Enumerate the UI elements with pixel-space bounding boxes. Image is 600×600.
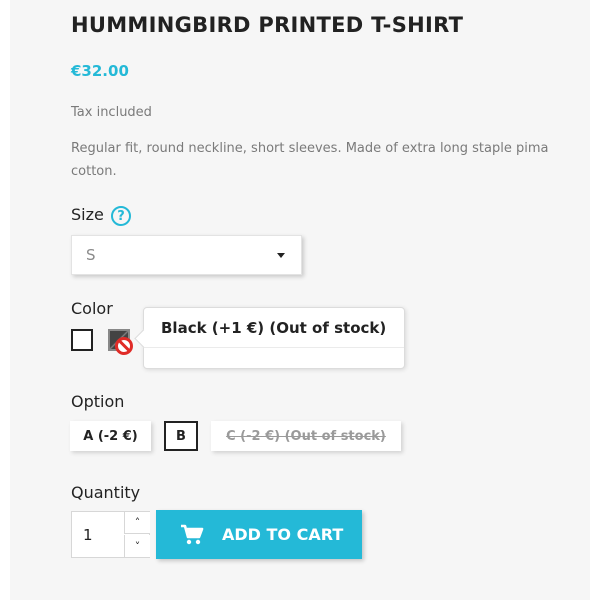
tax-note: Tax included [71, 105, 152, 120]
help-icon[interactable]: ? [111, 206, 131, 226]
add-to-cart-button[interactable]: ADD TO CART [156, 510, 362, 559]
color-tooltip: Black (+1 €) (Out of stock) [143, 307, 405, 369]
product-price: €32.00 [71, 62, 129, 80]
option-label: Option [71, 392, 125, 411]
product-description: Regular fit, round neckline, short sleev… [71, 141, 549, 179]
size-label: Size [71, 205, 104, 224]
size-select[interactable]: S [71, 235, 302, 275]
quantity-value[interactable]: 1 [83, 526, 93, 544]
out-of-stock-icon [115, 337, 133, 355]
color-label: Color [71, 299, 113, 318]
chevron-up-icon[interactable]: ˄ [124, 512, 150, 534]
product-title: HUMMINGBIRD PRINTED T-SHIRT [71, 13, 464, 37]
option-b-button[interactable]: B [164, 421, 198, 451]
add-to-cart-label: ADD TO CART [222, 525, 344, 544]
quantity-stepper[interactable]: 1 ˄ ˅ [71, 511, 150, 558]
size-select-value: S [86, 246, 96, 264]
option-c-button[interactable]: C (-2 €) (Out of stock) [211, 421, 401, 451]
tooltip-divider [144, 347, 404, 348]
caret-down-icon [277, 253, 285, 258]
chevron-down-icon[interactable]: ˅ [124, 535, 150, 557]
shopping-cart-icon [181, 524, 204, 544]
color-swatch-white[interactable] [71, 329, 93, 351]
quantity-label: Quantity [71, 483, 141, 502]
option-a-button[interactable]: A (-2 €) [70, 421, 151, 451]
tooltip-text: Black (+1 €) (Out of stock) [161, 319, 387, 337]
